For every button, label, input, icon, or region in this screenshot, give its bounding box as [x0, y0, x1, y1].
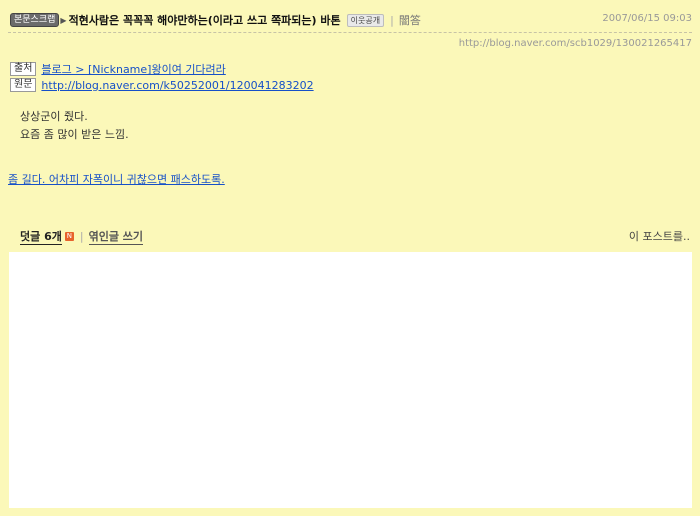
visibility-badge: 이웃공개	[346, 13, 385, 27]
this-post-menu[interactable]: 이 포스트를..	[629, 228, 690, 244]
comments-label: 덧글	[20, 230, 41, 243]
comments-link[interactable]: 덧글 6개	[20, 228, 62, 245]
trackback-link[interactable]: 엮인글 쓰기	[88, 228, 144, 245]
comments-panel	[9, 252, 692, 508]
body-line: 상상군이 줬다.	[20, 110, 88, 123]
original-link[interactable]: http://blog.naver.com/k50252001/12004128…	[41, 79, 313, 92]
source-label: 출처	[10, 62, 37, 76]
divider: |	[390, 13, 394, 27]
comments-bar: 덧글 6개 N | 엮인글 쓰기	[20, 228, 144, 245]
more-link[interactable]: 좀 길다. 어차피 자폭이니 귀찮으면 패스하도록.	[8, 171, 225, 187]
new-icon: N	[64, 232, 74, 241]
comments-count: 6개	[44, 230, 62, 243]
tool-link[interactable]: 闇答	[399, 12, 421, 28]
source-row: 출처 블로그 > [Nickname]왕이여 기다려라	[10, 61, 226, 77]
body-line: 요즘 좀 많이 받은 느낌.	[20, 128, 129, 141]
post-date: 2007/06/15 09:03	[602, 13, 692, 24]
post-header: 본문스크랩 ▶ 적현사람은 꼭꼭꼭 해야만하는(이라고 쓰고 쪽파되는) 바톤 …	[10, 11, 421, 29]
original-row: 원문 http://blog.naver.com/k50252001/12004…	[10, 78, 314, 92]
divider: |	[79, 230, 84, 243]
original-label: 원문	[10, 78, 37, 92]
post-title: 적현사람은 꼭꼭꼭 해야만하는(이라고 쓰고 쪽파되는) 바톤	[68, 14, 341, 27]
source-link[interactable]: 블로그 > [Nickname]왕이여 기다려라	[41, 61, 225, 77]
arrow-right-icon: ▶	[60, 15, 67, 25]
post-url[interactable]: http://blog.naver.com/scb1029/1300212654…	[459, 38, 692, 49]
category-tag[interactable]: 본문스크랩	[10, 13, 60, 27]
header-divider	[8, 32, 692, 33]
